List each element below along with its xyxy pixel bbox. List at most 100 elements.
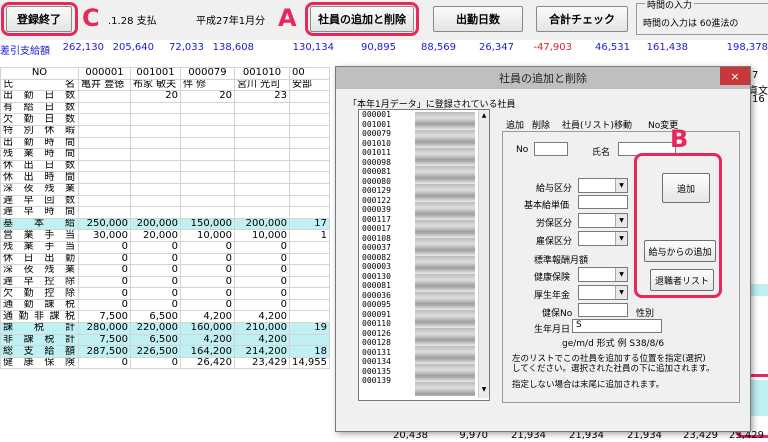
grid-cell[interactable]: 0 [180,287,235,300]
grid-cell[interactable] [234,194,290,208]
grid-cell[interactable] [78,159,131,173]
grid-cell[interactable] [180,182,235,196]
grid-cell[interactable]: 14,955 [289,356,330,370]
grid-cell[interactable]: 160,000 [180,322,235,335]
grid-cell[interactable]: 0 [234,240,290,254]
grid-cell[interactable] [234,182,290,196]
grid-cell[interactable]: 287,500 [78,345,131,358]
grid-cell[interactable] [180,194,235,208]
scroll-up-icon[interactable]: ▲ [480,112,488,119]
grid-cell[interactable] [234,171,290,184]
grid-cell[interactable]: 0 [130,264,181,277]
grid-cell[interactable]: 1 [289,229,330,242]
grid-cell[interactable] [78,148,131,161]
grid-cell[interactable]: 0 [130,240,181,254]
health-no-input[interactable] [578,303,628,317]
grid-cell[interactable] [234,124,290,138]
grid-cell[interactable] [180,113,235,126]
grid-cell[interactable] [289,240,330,254]
grid-cell[interactable] [130,148,181,161]
grid-cell[interactable]: 20 [180,90,235,103]
grid-cell[interactable]: 0 [180,252,235,266]
grid-cell[interactable] [78,194,131,208]
grid-cell[interactable]: 0 [180,240,235,254]
grid-cell[interactable] [289,206,330,219]
grid-cell[interactable]: 210,000 [234,322,290,335]
grid-cell[interactable]: 26,420 [180,356,235,370]
grid-cell[interactable] [289,333,330,347]
grid-cell[interactable] [289,159,330,173]
employee-name[interactable]: 宮川 光司 [234,78,290,92]
employee-name[interactable]: 亀井 豊徳 [78,78,131,92]
grid-cell[interactable] [180,101,235,115]
grid-cell[interactable]: 220,000 [130,322,181,335]
birth-input[interactable]: S [572,319,662,333]
grid-cell[interactable]: 150,000 [180,217,235,231]
grid-cell[interactable] [234,206,290,219]
grid-cell[interactable] [289,275,330,289]
dialog-titlebar[interactable]: 社員の追加と削除 × [336,67,750,89]
grid-cell[interactable]: 0 [234,298,290,312]
no-input[interactable] [534,142,568,156]
grid-cell[interactable] [78,136,131,150]
grid-cell[interactable]: 19 [289,322,330,335]
employee-name[interactable]: 伴 修 [180,78,235,92]
grid-cell[interactable]: 10,000 [234,229,290,242]
grid-cell[interactable] [130,182,181,196]
grid-cell[interactable]: 200,000 [234,217,290,231]
grid-cell[interactable] [78,171,131,184]
grid-cell[interactable]: 0 [78,275,131,289]
grid-cell[interactable]: 0 [180,275,235,289]
grid-cell[interactable] [289,90,330,103]
grid-cell[interactable] [234,159,290,173]
grid-cell[interactable]: 30,000 [78,229,131,242]
grid-cell[interactable]: 164,200 [180,345,235,358]
grid-cell[interactable]: 0 [180,298,235,312]
grid-cell[interactable]: 0 [234,275,290,289]
pension-select[interactable]: ▼ [578,285,628,300]
employ-type-select[interactable]: ▼ [578,231,628,246]
base-rate-input[interactable] [578,195,628,209]
grid-cell[interactable] [289,101,330,115]
health-ins-select[interactable]: ▼ [578,267,628,282]
grid-cell[interactable]: 17 [289,217,330,231]
grid-cell[interactable]: 0 [234,252,290,266]
grid-cell[interactable]: 0 [130,287,181,300]
grid-cell[interactable]: 0 [78,287,131,300]
employee-id[interactable]: 000079 [180,67,235,80]
grid-cell[interactable]: 23 [234,90,290,103]
grid-cell[interactable]: 0 [130,356,181,370]
grid-cell[interactable]: 200,000 [130,217,181,231]
grid-cell[interactable]: 0 [130,298,181,312]
grid-cell[interactable] [289,171,330,184]
grid-cell[interactable]: 6,500 [130,333,181,347]
grid-cell[interactable] [130,136,181,150]
grid-cell[interactable]: 250,000 [78,217,131,231]
grid-cell[interactable] [180,159,235,173]
grid-cell[interactable] [130,159,181,173]
grid-cell[interactable] [130,101,181,115]
grid-cell[interactable] [289,287,330,300]
grid-cell[interactable]: 0 [78,252,131,266]
employee-name[interactable]: 安部 [289,78,330,92]
grid-cell[interactable] [289,298,330,312]
grid-cell[interactable]: 4,200 [180,333,235,347]
grid-cell[interactable] [78,182,131,196]
grid-cell[interactable] [78,90,131,103]
grid-cell[interactable]: 214,200 [234,345,290,358]
grid-cell[interactable] [78,206,131,219]
tab-add[interactable]: 追加 [506,118,524,131]
grid-cell[interactable] [289,124,330,138]
tab-delete[interactable]: 削除 [532,118,550,131]
employee-id[interactable]: 001001 [130,67,181,80]
attendance-days-button[interactable]: 出勤日数 [433,6,523,32]
grid-cell[interactable]: 0 [234,264,290,277]
grid-cell[interactable]: 0 [180,264,235,277]
grid-cell[interactable]: 4,200 [180,310,235,324]
grid-cell[interactable]: 280,000 [78,322,131,335]
grid-cell[interactable] [289,252,330,266]
grid-cell[interactable] [130,194,181,208]
employee-name[interactable]: 布家 敏夫 [130,78,181,92]
grid-cell[interactable]: 0 [78,356,131,370]
grid-cell[interactable] [289,148,330,161]
